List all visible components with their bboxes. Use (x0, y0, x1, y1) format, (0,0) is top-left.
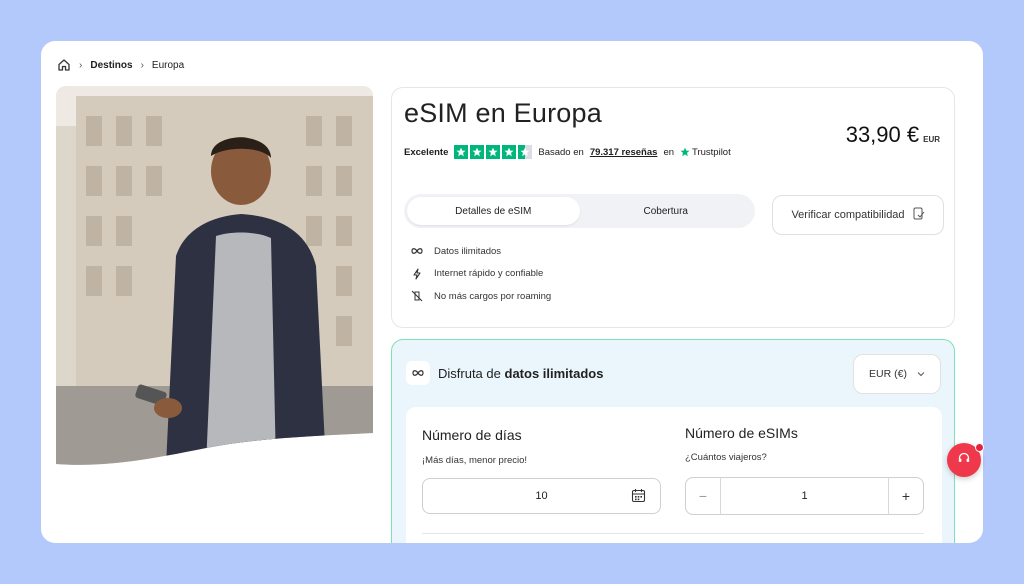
home-icon[interactable] (57, 58, 71, 72)
chevron-right-icon: › (140, 59, 144, 71)
phone-check-icon (913, 207, 925, 223)
tab-detalles[interactable]: Detalles de eSIM (407, 197, 580, 225)
increment-button[interactable]: + (888, 478, 923, 514)
star-icon (486, 145, 501, 159)
trustpilot-logo: Trustpilot (680, 147, 731, 158)
star-icon (502, 145, 517, 159)
product-title: eSIM en Europa (404, 98, 602, 128)
no-roaming-icon (410, 290, 424, 302)
currency-select-value: EUR (€) (869, 368, 907, 380)
esims-title: Número de eSIMs (685, 425, 798, 441)
breadcrumb-europa: Europa (151, 59, 185, 71)
esims-stepper: − 1 + (685, 477, 924, 515)
breadcrumb: › Destinos › Europa (57, 57, 184, 73)
rating-based-on: Basado en (538, 146, 584, 158)
reviews-link[interactable]: 79.317 reseñas (590, 147, 658, 158)
esims-value[interactable]: 1 (721, 478, 888, 514)
notification-badge (975, 443, 984, 452)
divider (422, 533, 924, 534)
plan-title-prefix: Disfruta de (438, 366, 501, 381)
rating-label: Excelente (404, 146, 449, 158)
plan-panel: Disfruta de datos ilimitados EUR (€) Núm… (391, 339, 955, 543)
esims-subtitle: ¿Cuántos viajeros? (685, 452, 767, 463)
product-card: eSIM en Europa 33,90 € EUR Excelente Bas… (391, 87, 955, 328)
infinity-icon (406, 361, 430, 385)
chevron-down-icon (917, 368, 925, 380)
rating-stars (454, 145, 533, 159)
detail-tabs: Detalles de eSIM Cobertura (404, 194, 755, 228)
feature-text: No más cargos por roaming (434, 290, 552, 302)
trustpilot-star-icon (680, 147, 690, 157)
decrement-button[interactable]: − (686, 478, 721, 514)
lightning-icon (410, 268, 424, 280)
trustpilot-rating: Excelente Basado en 79.317 reseñas en Tr… (404, 145, 731, 159)
feature-item: Datos ilimitados (410, 240, 551, 263)
verify-compatibility-button[interactable]: Verificar compatibilidad (772, 195, 944, 235)
currency-select[interactable]: EUR (€) (853, 354, 941, 394)
chevron-right-icon: › (79, 59, 83, 71)
infinity-icon (410, 246, 424, 256)
days-input[interactable]: 10 (422, 478, 661, 514)
days-subtitle: ¡Más días, menor precio! (422, 455, 528, 466)
trustpilot-name: Trustpilot (692, 146, 731, 158)
calendar-icon[interactable] (631, 488, 646, 506)
days-value: 10 (535, 490, 548, 502)
hero-image (56, 86, 373, 468)
plan-title: Disfruta de datos ilimitados (438, 366, 603, 381)
feature-text: Datos ilimitados (434, 245, 502, 257)
app-window: › Destinos › Europa eSIM en Europa 33,90… (41, 41, 983, 543)
days-title: Número de días (422, 427, 522, 443)
feature-list: Datos ilimitados Internet rápido y confi… (410, 240, 551, 308)
plan-options: Número de días ¡Más días, menor precio! … (406, 407, 942, 543)
headset-icon (957, 451, 971, 470)
rating-on: en (663, 146, 675, 158)
star-icon (454, 145, 469, 159)
verify-compatibility-label: Verificar compatibilidad (791, 209, 905, 221)
feature-item: Internet rápido y confiable (410, 263, 551, 286)
feature-text: Internet rápido y confiable (434, 268, 544, 280)
price: 33,90 € EUR (846, 122, 940, 148)
star-icon (470, 145, 485, 159)
plan-title-bold: datos ilimitados (504, 366, 604, 381)
half-star-icon (518, 145, 533, 159)
price-amount: 33,90 € (845, 122, 920, 147)
tab-cobertura[interactable]: Cobertura (580, 197, 753, 225)
feature-item: No más cargos por roaming (410, 285, 551, 308)
price-currency: EUR (923, 135, 940, 144)
breadcrumb-destinos[interactable]: Destinos (90, 60, 132, 71)
